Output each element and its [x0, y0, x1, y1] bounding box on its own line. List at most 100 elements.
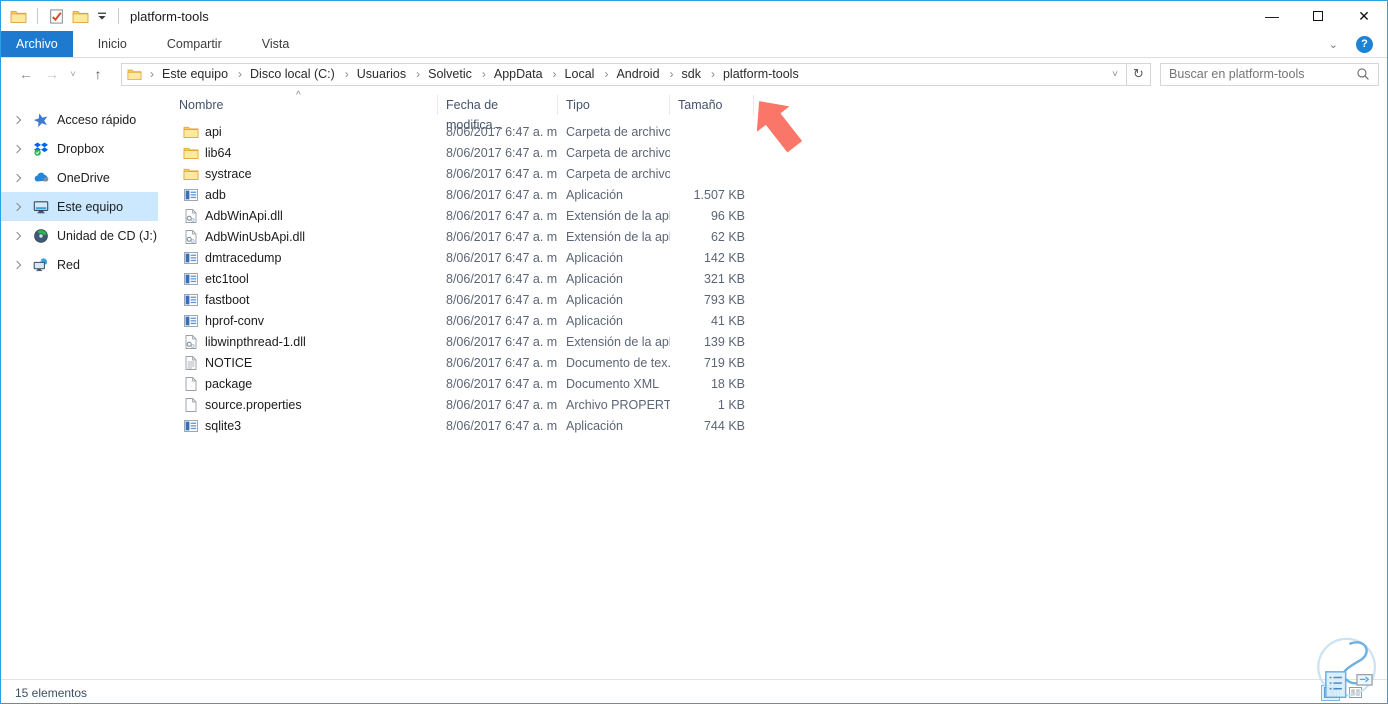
file-name: systrace — [205, 166, 252, 181]
text-document-icon — [183, 355, 199, 371]
location-folder-icon — [127, 67, 142, 82]
file-type: Aplicación — [566, 250, 623, 265]
column-header-fecha[interactable]: Fecha de modifica... — [438, 94, 558, 132]
expand-chevron-icon[interactable] — [12, 231, 22, 240]
expand-chevron-icon[interactable] — [12, 202, 22, 211]
collapse-ribbon-icon[interactable]: ⌄ — [1329, 38, 1338, 51]
sidebar-item-red[interactable]: Red — [1, 250, 158, 279]
properties-icon[interactable] — [48, 8, 65, 25]
tab-vista[interactable]: Vista — [247, 31, 305, 57]
file-date: 8/06/2017 6:47 a. m. — [446, 376, 558, 391]
file-date: 8/06/2017 6:47 a. m. — [446, 124, 558, 139]
sidebar-item-onedrive[interactable]: OneDrive — [1, 163, 158, 192]
breadcrumb-solvetic[interactable]: Solvetic — [408, 67, 474, 82]
sidebar-item-acceso-rapido[interactable]: Acceso rápido — [1, 105, 158, 134]
refresh-icon[interactable]: ↻ — [1127, 62, 1151, 86]
table-row[interactable]: sqlite3 8/06/2017 6:47 a. m. Aplicación … — [158, 415, 1387, 436]
column-header-tipo[interactable]: Tipo — [558, 94, 670, 115]
file-name: etc1tool — [205, 271, 249, 286]
address-bar[interactable]: Este equipo Disco local (C:) Usuarios So… — [121, 62, 1127, 86]
file-date: 8/06/2017 6:47 a. m. — [446, 418, 558, 433]
sidebar-item-unidad-cd[interactable]: Unidad de CD (J:) HiS — [1, 221, 158, 250]
table-row[interactable]: systrace 8/06/2017 6:47 a. m. Carpeta de… — [158, 163, 1387, 184]
table-row[interactable]: dmtracedump 8/06/2017 6:47 a. m. Aplicac… — [158, 247, 1387, 268]
separator — [118, 8, 119, 24]
table-row[interactable]: hprof-conv 8/06/2017 6:47 a. m. Aplicaci… — [158, 310, 1387, 331]
file-date: 8/06/2017 6:47 a. m. — [446, 187, 558, 202]
tab-inicio[interactable]: Inicio — [83, 31, 142, 57]
customize-toolbar-icon[interactable] — [96, 10, 108, 22]
expand-chevron-icon[interactable] — [12, 144, 22, 153]
sidebar-item-dropbox[interactable]: Dropbox — [1, 134, 158, 163]
ribbon-right-controls: ⌄ ? — [1329, 31, 1387, 57]
breadcrumb-android[interactable]: Android — [596, 67, 661, 82]
file-name: hprof-conv — [205, 313, 265, 328]
sidebar-item-este-equipo[interactable]: Este equipo — [1, 192, 158, 221]
table-row[interactable]: etc1tool 8/06/2017 6:47 a. m. Aplicación… — [158, 268, 1387, 289]
breadcrumb-sdk[interactable]: sdk — [662, 67, 703, 82]
file-name: libwinpthread-1.dll — [205, 334, 306, 349]
items-count: 15 elementos — [15, 685, 88, 700]
file-name: lib64 — [205, 145, 232, 160]
forward-icon[interactable]: → — [39, 66, 65, 82]
breadcrumb-local[interactable]: Local — [545, 67, 597, 82]
expand-chevron-icon[interactable] — [12, 173, 22, 182]
close-button[interactable]: ✕ — [1341, 1, 1387, 31]
sort-ascending-icon[interactable]: ^ — [296, 90, 301, 101]
dll-icon — [183, 334, 199, 350]
table-row[interactable]: AdbWinUsbApi.dll 8/06/2017 6:47 a. m. Ex… — [158, 226, 1387, 247]
search-input[interactable]: Buscar en platform-tools — [1160, 62, 1379, 86]
quick-access-star-icon — [32, 112, 50, 128]
ribbon-tab-bar: Archivo Inicio Compartir Vista ⌄ ? — [1, 31, 1387, 58]
application-icon — [183, 313, 199, 329]
breadcrumb-este-equipo[interactable]: Este equipo — [142, 67, 230, 82]
back-icon[interactable]: ← — [13, 66, 39, 82]
file-size: 41 KB — [710, 313, 745, 328]
expand-chevron-icon[interactable] — [12, 260, 22, 269]
file-type: Carpeta de archivos — [566, 145, 670, 160]
table-row[interactable]: adb 8/06/2017 6:47 a. m. Aplicación 1.50… — [158, 184, 1387, 205]
table-row[interactable]: libwinpthread-1.dll 8/06/2017 6:47 a. m.… — [158, 331, 1387, 352]
breadcrumb-disco-local[interactable]: Disco local (C:) — [230, 67, 337, 82]
sidebar-item-label: Red — [57, 257, 80, 272]
tab-archivo[interactable]: Archivo — [1, 31, 73, 57]
address-dropdown-icon[interactable]: ˅ — [1104, 69, 1126, 80]
folder-icon — [183, 145, 199, 161]
recent-locations-icon[interactable]: ˅ — [65, 69, 81, 79]
file-list-pane: ^ Nombre Fecha de modifica... Tipo Tamañ… — [158, 90, 1387, 679]
magnifier-icon[interactable] — [1356, 67, 1370, 81]
table-row[interactable]: source.properties 8/06/2017 6:47 a. m. A… — [158, 394, 1387, 415]
table-row[interactable]: AdbWinApi.dll 8/06/2017 6:47 a. m. Exten… — [158, 205, 1387, 226]
file-name: package — [205, 376, 253, 391]
main-area: Acceso rápido Dropbox OneDrive Este equi… — [1, 90, 1387, 679]
maximize-button[interactable] — [1295, 1, 1341, 31]
sidebar-item-label: Unidad de CD (J:) HiS — [57, 228, 158, 243]
file-size: 719 KB — [703, 355, 745, 370]
breadcrumb-appdata[interactable]: AppData — [474, 67, 545, 82]
file-date: 8/06/2017 6:47 a. m. — [446, 208, 558, 223]
breadcrumb-usuarios[interactable]: Usuarios — [337, 67, 408, 82]
details-view-icon[interactable] — [1321, 684, 1340, 701]
table-row[interactable]: NOTICE 8/06/2017 6:47 a. m. Documento de… — [158, 352, 1387, 373]
file-size: 744 KB — [703, 418, 745, 433]
file-type: Carpeta de archivos — [566, 166, 670, 181]
breadcrumb-platform-tools[interactable]: platform-tools — [703, 67, 801, 82]
tab-compartir[interactable]: Compartir — [152, 31, 237, 57]
file-date: 8/06/2017 6:47 a. m. — [446, 250, 558, 265]
expand-chevron-icon[interactable] — [12, 115, 22, 124]
column-header-tamano[interactable]: Tamaño — [670, 94, 754, 115]
file-name: source.properties — [205, 397, 302, 412]
minimize-button[interactable]: — — [1249, 1, 1295, 31]
file-type: Aplicación — [566, 292, 623, 307]
thumbnails-view-icon[interactable] — [1346, 685, 1365, 701]
status-bar: 15 elementos — [1, 679, 1387, 703]
sidebar-item-label: Este equipo — [57, 199, 124, 214]
file-size: 793 KB — [703, 292, 745, 307]
window-controls: — ✕ — [1249, 1, 1387, 31]
table-row[interactable]: fastboot 8/06/2017 6:47 a. m. Aplicación… — [158, 289, 1387, 310]
table-row[interactable]: package 8/06/2017 6:47 a. m. Documento X… — [158, 373, 1387, 394]
help-icon[interactable]: ? — [1356, 35, 1373, 53]
file-size: 142 KB — [703, 250, 745, 265]
new-folder-icon[interactable] — [72, 8, 89, 25]
up-icon[interactable]: ↑ — [85, 66, 111, 82]
